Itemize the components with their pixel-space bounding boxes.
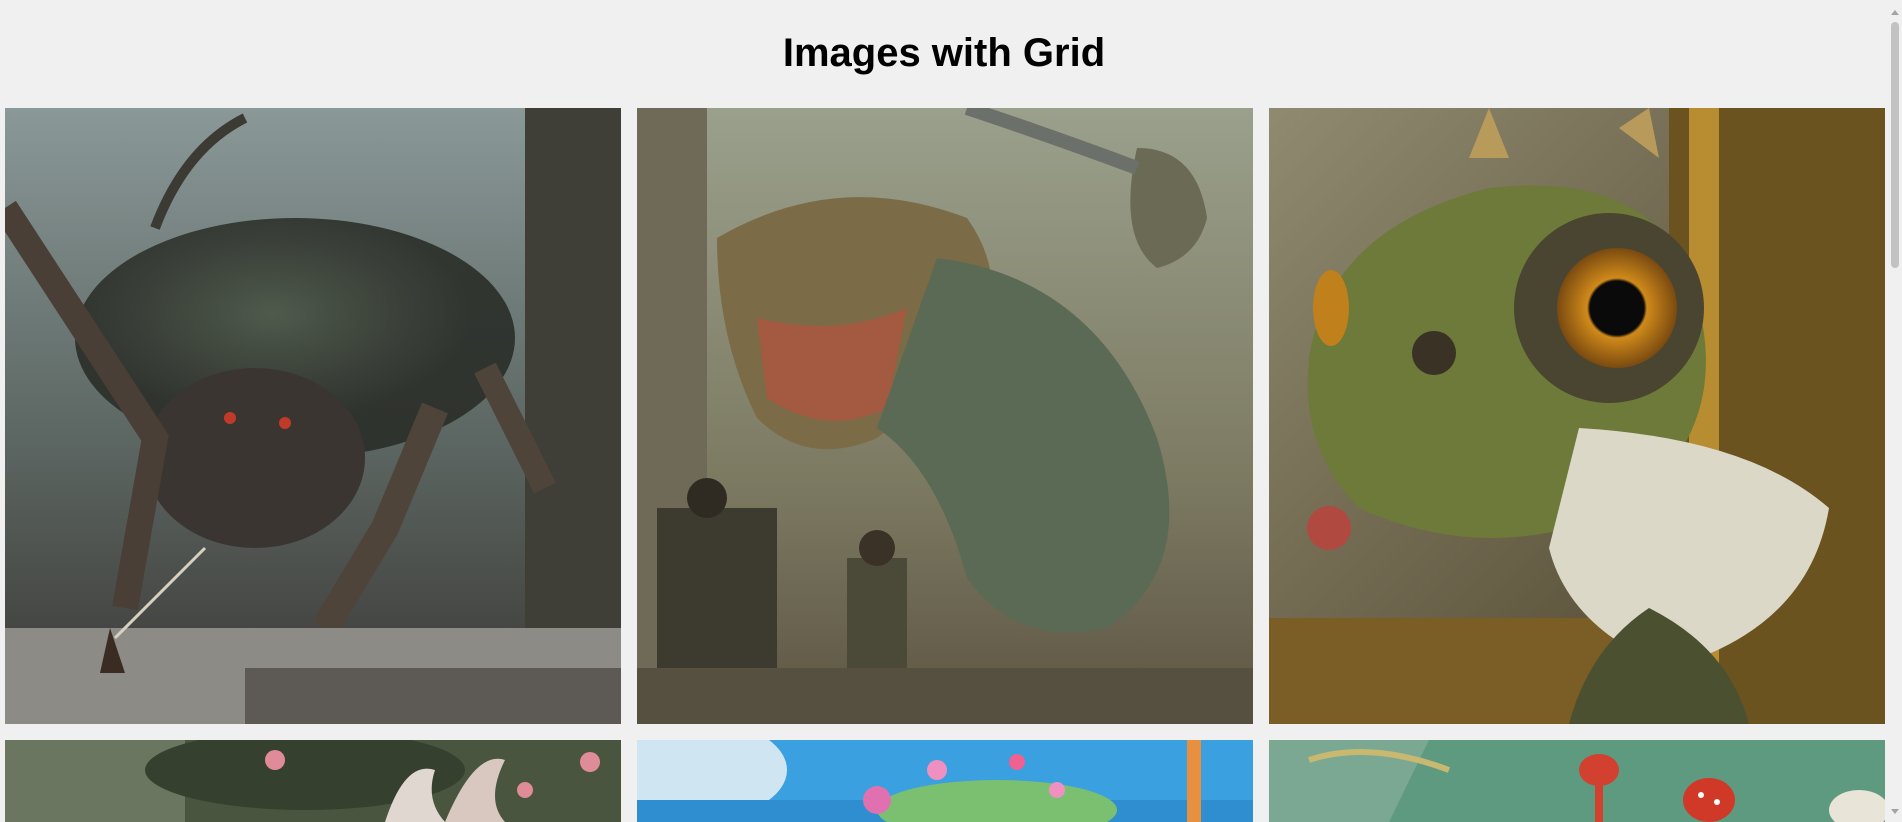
vertical-scrollbar[interactable] [1888,0,1902,822]
page-title: Images with Grid [782,31,1106,75]
fantasy-forest-image[interactable] [5,740,621,822]
scroll-up-arrow-icon[interactable] [1891,10,1899,15]
dinosaur-attack-image[interactable] [637,108,1253,724]
mushroom-garden-image[interactable] [1269,740,1885,822]
giant-spider-image[interactable] [5,108,621,724]
scrollbar-thumb[interactable] [1891,22,1899,268]
chameleon-portrait-image[interactable] [1269,108,1885,724]
candy-island-image[interactable] [637,740,1253,822]
scroll-down-arrow-icon[interactable] [1891,809,1899,814]
